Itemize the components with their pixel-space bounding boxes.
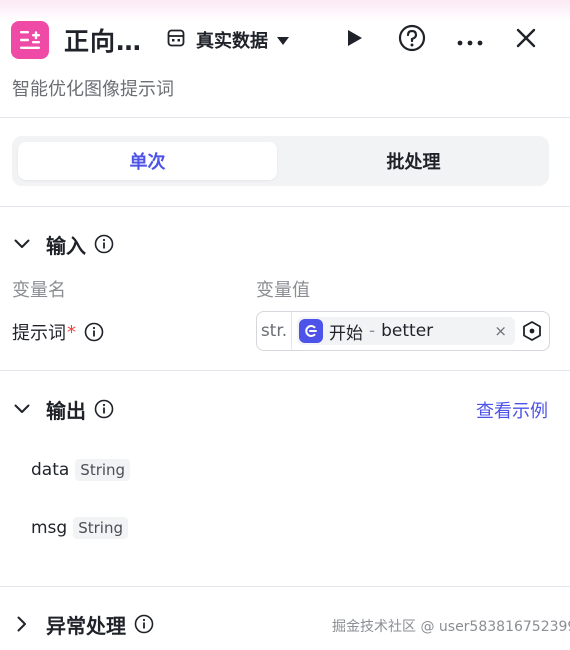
node-header: 正向… 真实数据 智能优化图像提示词 — [0, 0, 570, 100]
column-variable-value: 变量值 — [256, 280, 310, 301]
type-selector[interactable]: str. — [257, 312, 292, 350]
output-type-badge: String — [75, 459, 131, 481]
data-mode-label: 真实数据 — [196, 31, 268, 52]
output-field-row: msg String — [31, 514, 128, 542]
close-icon — [516, 28, 536, 52]
required-mark: * — [67, 321, 76, 343]
run-mode-tabs: 单次 批处理 — [12, 136, 549, 186]
node-type-icon — [11, 21, 49, 59]
play-icon — [344, 28, 364, 52]
output-field-name: data — [31, 460, 70, 480]
error-section-header[interactable]: 异常处理 — [12, 609, 154, 639]
output-divider — [0, 586, 570, 587]
chevron-down-icon[interactable] — [12, 399, 32, 419]
data-mode-dropdown[interactable]: 真实数据 — [166, 26, 290, 54]
more-icon — [457, 31, 483, 50]
node-title[interactable]: 正向… — [64, 22, 142, 58]
remove-reference-icon[interactable]: × — [494, 322, 507, 340]
info-icon[interactable] — [134, 614, 154, 634]
info-icon[interactable] — [84, 322, 104, 342]
info-icon[interactable] — [94, 399, 114, 419]
input-divider — [0, 370, 570, 371]
chevron-right-icon[interactable] — [12, 614, 32, 634]
input-section-title: 输入 — [46, 233, 86, 258]
watermark: 掘金技术社区 @ user5838167523996 — [332, 619, 570, 635]
info-icon[interactable] — [94, 234, 114, 254]
tab-batch[interactable]: 批处理 — [284, 142, 543, 180]
output-field-row: data String — [31, 456, 131, 484]
variable-value-field[interactable]: str. 开始 - better × — [256, 311, 550, 351]
database-icon — [166, 28, 186, 52]
start-node-icon — [299, 319, 323, 343]
ref-variable-name: better — [381, 321, 434, 341]
more-button[interactable] — [454, 24, 486, 56]
help-button[interactable] — [396, 24, 428, 56]
output-section-header[interactable]: 输出 — [12, 394, 114, 424]
param-name: 提示词 — [12, 323, 66, 344]
variable-settings-icon[interactable] — [521, 320, 543, 346]
run-button[interactable] — [338, 24, 370, 56]
tab-single[interactable]: 单次 — [18, 142, 277, 180]
param-prompt-label: 提示词 * — [12, 318, 104, 346]
error-section-title: 异常处理 — [46, 613, 126, 638]
close-button[interactable] — [510, 24, 542, 56]
output-type-badge: String — [73, 517, 128, 539]
view-example-link[interactable]: 查看示例 — [476, 397, 548, 423]
help-icon — [398, 24, 426, 56]
ref-separator: - — [369, 321, 376, 341]
ref-node-name: 开始 — [329, 323, 363, 344]
header-divider — [0, 117, 570, 118]
chevron-down-icon[interactable] — [12, 234, 32, 254]
column-variable-name: 变量名 — [12, 280, 66, 301]
input-section-header[interactable]: 输入 — [12, 229, 114, 259]
output-field-name: msg — [31, 518, 68, 538]
node-description[interactable]: 智能优化图像提示词 — [12, 75, 174, 101]
chevron-down-icon — [276, 31, 290, 50]
output-section-title: 输出 — [46, 398, 86, 423]
tabs-divider — [0, 206, 570, 207]
variable-reference-tag[interactable]: 开始 - better × — [297, 317, 515, 345]
